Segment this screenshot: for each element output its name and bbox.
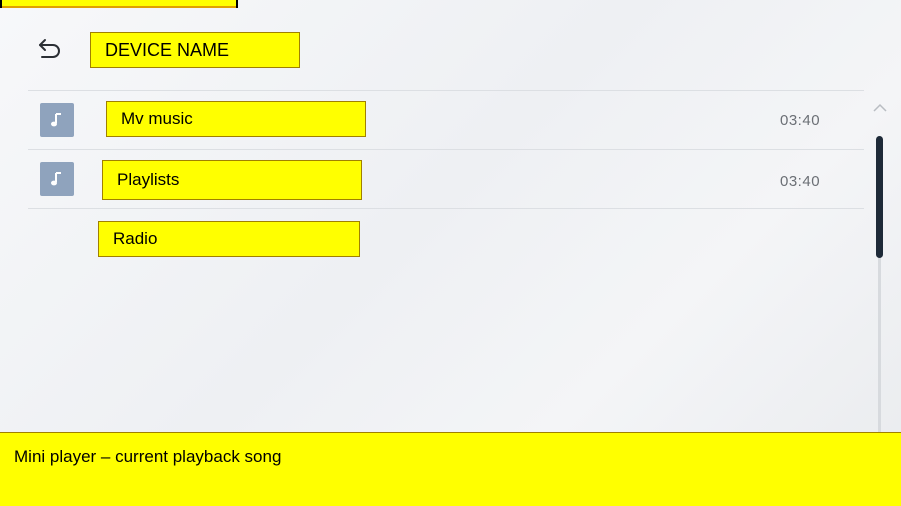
device-name-label: DEVICE NAME [90, 32, 300, 68]
list-item-label-box: Radio [98, 221, 360, 257]
music-note-icon [40, 103, 74, 137]
scroll-up-button[interactable] [870, 100, 890, 116]
list-item-label: Mv music [121, 109, 193, 128]
chevron-up-icon [873, 103, 887, 112]
mini-player-label: Mini player – current playback song [14, 447, 282, 466]
annotation-marker [0, 0, 238, 8]
list-item-label-box: Mv music [106, 101, 366, 137]
list-item-label-box: Playlists [102, 160, 362, 200]
device-name-text: DEVICE NAME [105, 39, 230, 60]
music-note-icon [40, 162, 74, 196]
track-duration: 03:40 [780, 112, 821, 129]
list-item-label: Playlists [117, 170, 180, 189]
list-item-my-music[interactable]: Mv music 03:40 [28, 91, 864, 149]
list-item-playlists[interactable]: Playlists 03:40 [28, 150, 864, 208]
scrollbar-thumb[interactable] [876, 136, 883, 258]
back-arrow-icon [39, 39, 60, 58]
mini-player[interactable]: Mini player – current playback song [0, 432, 901, 506]
list-item-radio[interactable]: Radio [28, 209, 864, 267]
list-item-label: Radio [113, 229, 158, 248]
track-duration: 03:40 [780, 173, 821, 190]
back-button[interactable] [34, 34, 66, 64]
